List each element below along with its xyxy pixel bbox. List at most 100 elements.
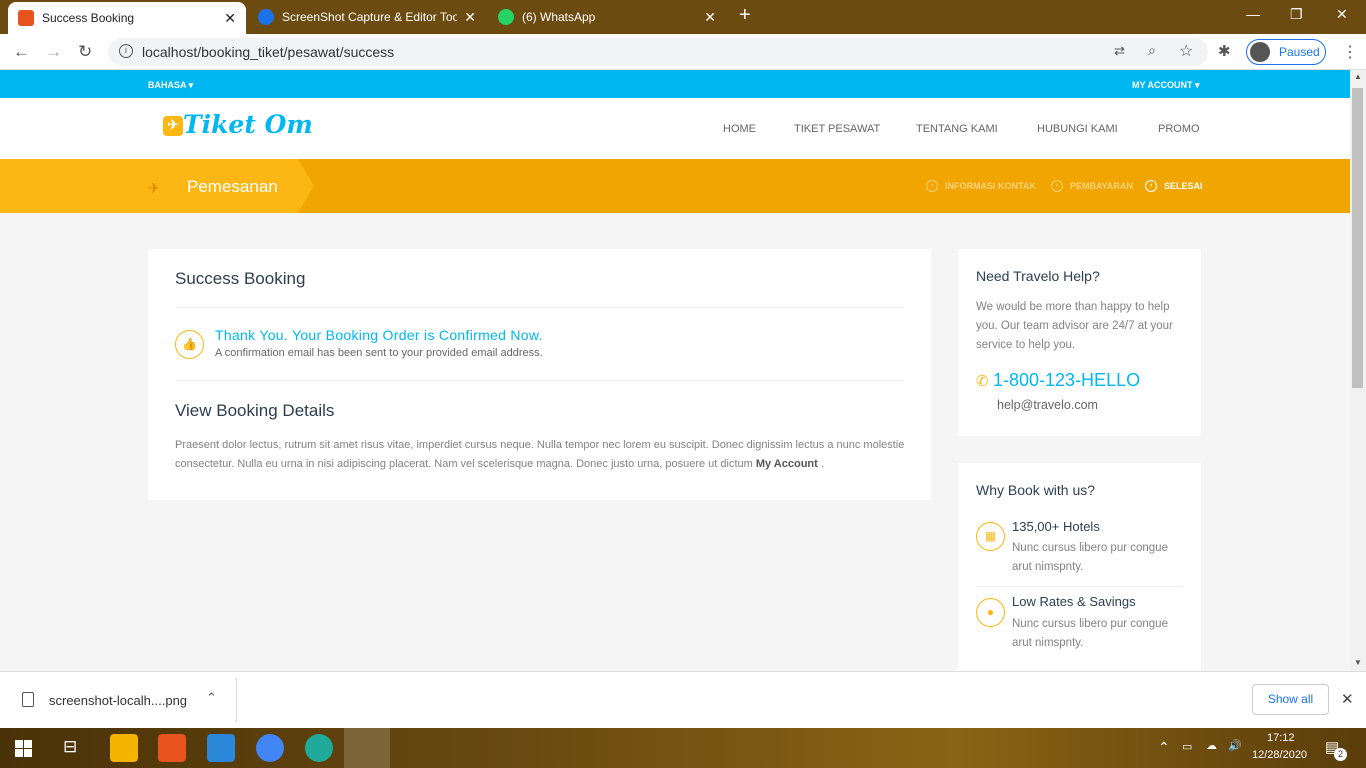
- minimize-icon[interactable]: —: [1246, 6, 1260, 22]
- volume-icon[interactable]: 🔊: [1228, 739, 1242, 752]
- edge-icon[interactable]: [305, 734, 333, 762]
- profile-button[interactable]: Paused: [1246, 39, 1326, 65]
- logo-text: Tiket Om: [183, 110, 313, 139]
- avatar: [1250, 42, 1270, 62]
- xampp-icon[interactable]: [158, 734, 186, 762]
- step-circle-icon: ›: [1145, 180, 1157, 192]
- back-icon[interactable]: ←: [13, 42, 30, 62]
- chrome-icon[interactable]: [256, 734, 284, 762]
- my-account-dropdown[interactable]: MY ACCOUNT ▾: [1132, 80, 1200, 91]
- tab-title: (6) WhatsApp: [522, 10, 596, 24]
- maximize-icon[interactable]: ❐: [1290, 6, 1303, 23]
- zoom-icon[interactable]: ⌕: [1148, 42, 1156, 59]
- download-filename[interactable]: screenshot-localh....png: [49, 693, 187, 708]
- windows-start-icon[interactable]: [15, 740, 32, 757]
- close-tab-icon[interactable]: ✕: [704, 9, 716, 26]
- site-info-icon[interactable]: i: [119, 44, 133, 58]
- translate-icon[interactable]: ⇄: [1114, 43, 1125, 59]
- close-download-bar-icon[interactable]: ✕: [1341, 690, 1354, 708]
- tab-whatsapp[interactable]: (6) WhatsApp ✕: [488, 0, 726, 34]
- booking-details-text: Praesent dolor lectus, rutrum sit amet r…: [175, 436, 905, 474]
- page-title: Success Booking: [175, 269, 306, 288]
- menu-tiket-pesawat[interactable]: TIKET PESAWAT: [794, 123, 880, 135]
- help-text: We would be more than happy to help you.…: [976, 301, 1173, 351]
- file-explorer-icon[interactable]: [110, 734, 138, 762]
- close-window-icon[interactable]: ✕: [1336, 6, 1348, 23]
- screenshot-favicon-icon: [258, 9, 274, 25]
- address-toolbar: ← → ↻ i localhost/booking_tiket/pesawat/…: [0, 34, 1366, 70]
- download-bar: screenshot-localh....png ⌃ Show all ✕: [0, 671, 1366, 728]
- divider: [175, 380, 904, 381]
- scroll-down-icon[interactable]: ▼: [1354, 658, 1362, 667]
- site-topbar: BAHASA ▾ MY ACCOUNT ▾: [0, 70, 1350, 98]
- bookmark-star-icon[interactable]: ☆: [1179, 41, 1193, 61]
- browser-menu-icon[interactable]: ⋮: [1342, 42, 1358, 62]
- confirmation-subtext: A confirmation email has been sent to yo…: [215, 347, 543, 359]
- thumbs-up-icon: 👍: [175, 330, 204, 359]
- divider: [976, 586, 1183, 587]
- step-circle-icon: ›: [926, 180, 938, 192]
- url-bar[interactable]: i localhost/booking_tiket/pesawat/succes…: [108, 38, 1208, 66]
- page-scrollbar[interactable]: ▲ ▼: [1350, 70, 1366, 671]
- tab-success-booking[interactable]: Success Booking ✕: [8, 2, 246, 34]
- forward-icon[interactable]: →: [45, 42, 62, 62]
- close-tab-icon[interactable]: ✕: [224, 10, 236, 27]
- plane-logo-icon: ✈: [163, 116, 183, 136]
- step-pembayaran: › PEMBAYARAN: [1051, 180, 1133, 192]
- battery-icon[interactable]: ▭: [1182, 740, 1192, 753]
- task-view-icon[interactable]: ⊟: [63, 737, 77, 757]
- extensions-puzzle-icon[interactable]: ✱: [1218, 42, 1231, 60]
- reload-icon[interactable]: ↻: [78, 42, 92, 62]
- clock-time[interactable]: 17:12: [1267, 732, 1295, 744]
- feature-title: Low Rates & Savings: [1012, 594, 1136, 609]
- mail-icon[interactable]: [207, 734, 235, 762]
- step-label: INFORMASI KONTAK: [945, 181, 1036, 191]
- step-label: SELESAI: [1164, 181, 1203, 191]
- booking-details-title: View Booking Details: [175, 401, 335, 420]
- tab-screenshot-capture[interactable]: ScreenShot Capture & Editor Too ✕: [248, 0, 486, 34]
- divider: [175, 307, 904, 308]
- url-text: localhost/booking_tiket/pesawat/success: [142, 44, 395, 60]
- step-label: PEMBAYARAN: [1070, 181, 1133, 191]
- divider: [236, 678, 237, 722]
- tray-chevron-up-icon[interactable]: ⌃: [1158, 739, 1170, 756]
- hotel-icon: ▦: [976, 522, 1005, 551]
- menu-promo[interactable]: PROMO: [1158, 123, 1200, 135]
- help-phone[interactable]: 1-800-123-HELLO: [993, 370, 1140, 391]
- step-circle-icon: ›: [1051, 180, 1063, 192]
- confirmation-heading: Thank You. Your Booking Order is Confirm…: [215, 327, 543, 343]
- language-dropdown[interactable]: BAHASA ▾: [148, 80, 193, 91]
- details-end: .: [820, 458, 824, 470]
- my-account-link[interactable]: My Account: [756, 458, 818, 470]
- site-logo[interactable]: ✈ Tiket Om: [163, 110, 313, 139]
- feature-title: 135,00+ Hotels: [1012, 519, 1100, 534]
- step-selesai: › SELESAI: [1145, 180, 1203, 192]
- step-informasi-kontak: › INFORMASI KONTAK: [926, 180, 1036, 192]
- banner-title: Pemesanan: [187, 177, 278, 196]
- tab-title: Success Booking: [42, 11, 135, 25]
- banner-arrow: [298, 159, 314, 213]
- help-title: Need Travelo Help?: [976, 268, 1100, 284]
- file-icon: [22, 692, 34, 707]
- chrome-active-icon[interactable]: [344, 728, 390, 768]
- xampp-favicon-icon: [18, 10, 34, 26]
- menu-hubungi-kami[interactable]: HUBUNGI KAMI: [1037, 123, 1118, 135]
- scrollbar-thumb[interactable]: [1352, 88, 1363, 388]
- plane-icon: ✈: [148, 180, 160, 196]
- piggy-bank-icon: ●: [976, 598, 1005, 627]
- menu-tentang-kami[interactable]: TENTANG KAMI: [916, 123, 998, 135]
- help-email[interactable]: help@travelo.com: [997, 398, 1098, 412]
- show-all-button[interactable]: Show all: [1252, 684, 1329, 715]
- close-tab-icon[interactable]: ✕: [464, 9, 476, 26]
- phone-icon: ✆: [976, 373, 989, 390]
- why-book-title: Why Book with us?: [976, 482, 1096, 498]
- onedrive-cloud-icon[interactable]: ☁: [1206, 739, 1217, 752]
- profile-status: Paused: [1279, 45, 1320, 59]
- chevron-up-icon[interactable]: ⌃: [206, 690, 217, 706]
- menu-home[interactable]: HOME: [723, 123, 756, 135]
- clock-date[interactable]: 12/28/2020: [1252, 749, 1307, 761]
- new-tab-button[interactable]: +: [739, 4, 751, 27]
- notification-badge: 2: [1334, 748, 1347, 761]
- scroll-up-icon[interactable]: ▲: [1354, 72, 1362, 81]
- feature-text: Nunc cursus libero pur congue arut nimsp…: [1012, 618, 1168, 649]
